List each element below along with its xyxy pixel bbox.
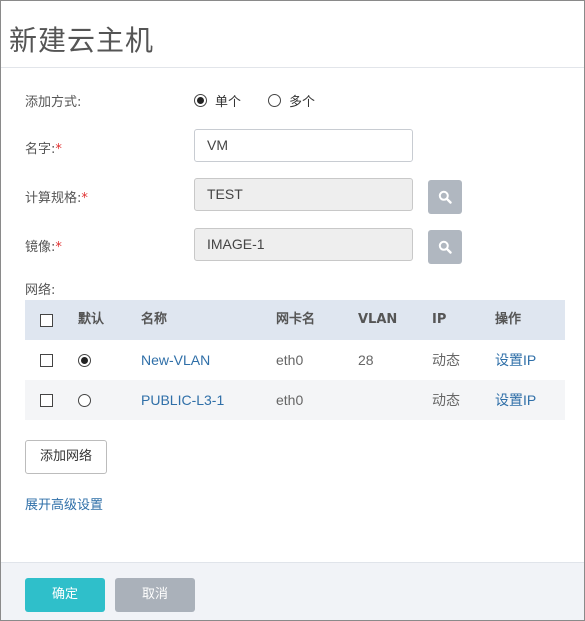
image-label: 镜像:* <box>25 236 62 255</box>
add-mode-label: 添加方式: <box>25 95 82 110</box>
cancel-button[interactable]: 取消 <box>115 578 195 612</box>
image-search-button[interactable] <box>428 230 462 264</box>
add-mode-single-option[interactable]: 单个 <box>194 91 241 110</box>
required-mark: * <box>55 240 62 255</box>
row-checkbox[interactable] <box>40 354 53 367</box>
spec-label: 计算规格:* <box>25 187 88 206</box>
default-radio[interactable] <box>78 354 91 367</box>
search-icon <box>438 240 452 254</box>
name-input[interactable]: VM <box>194 129 413 162</box>
row-checkbox[interactable] <box>40 394 53 407</box>
network-name-link[interactable]: PUBLIC-L3-1 <box>141 380 224 420</box>
spec-search-button[interactable] <box>428 180 462 214</box>
search-icon <box>438 190 452 204</box>
col-default: 默认 <box>78 312 105 327</box>
name-label: 名字:* <box>25 138 62 157</box>
required-mark: * <box>81 191 88 206</box>
col-ip: IP <box>432 312 447 327</box>
col-name: 名称 <box>141 312 168 327</box>
spec-label-text: 计算规格: <box>25 191 82 206</box>
table-header: 默认 名称 网卡名 VLAN IP 操作 <box>25 300 565 340</box>
image-input[interactable]: IMAGE-1 <box>194 228 413 261</box>
nic-name: eth0 <box>276 352 304 368</box>
nic-name: eth0 <box>276 392 304 408</box>
add-network-button[interactable]: 添加网络 <box>25 440 107 474</box>
select-all-checkbox[interactable] <box>40 314 53 327</box>
set-ip-link[interactable]: 设置IP <box>495 380 536 420</box>
single-label: 单个 <box>215 95 242 110</box>
network-table: 默认 名称 网卡名 VLAN IP 操作 New-VLAN eth0 28 动态… <box>25 300 565 420</box>
ip-mode: 动态 <box>432 352 460 368</box>
col-nic: 网卡名 <box>276 312 316 327</box>
dialog-header: 新建云主机 <box>1 1 584 68</box>
confirm-button[interactable]: 确定 <box>25 578 105 612</box>
add-mode-multiple-option[interactable]: 多个 <box>268 91 315 110</box>
col-vlan: VLAN <box>358 312 398 327</box>
table-row: New-VLAN eth0 28 动态 设置IP <box>25 340 565 380</box>
default-radio[interactable] <box>78 394 91 407</box>
multiple-radio[interactable] <box>268 94 281 107</box>
spec-input[interactable]: TEST <box>194 178 413 211</box>
create-vm-dialog: 新建云主机 添加方式: 单个 多个 名字:* VM 计算规格:* TEST 镜像… <box>0 0 585 621</box>
expand-advanced-settings-link[interactable]: 展开高级设置 <box>25 494 103 513</box>
required-mark: * <box>55 142 62 157</box>
dialog-title: 新建云主机 <box>9 24 155 57</box>
set-ip-link[interactable]: 设置IP <box>495 340 536 380</box>
image-label-text: 镜像: <box>25 240 56 255</box>
col-action: 操作 <box>495 312 522 327</box>
network-name-link[interactable]: New-VLAN <box>141 340 210 380</box>
single-radio[interactable] <box>194 94 207 107</box>
ip-mode: 动态 <box>432 392 460 408</box>
network-label: 网络: <box>25 283 56 298</box>
name-label-text: 名字: <box>25 142 56 157</box>
vlan-value: 28 <box>358 352 374 368</box>
multiple-label: 多个 <box>289 95 316 110</box>
dialog-footer: 确定 取消 <box>1 562 584 620</box>
table-row: PUBLIC-L3-1 eth0 动态 设置IP <box>25 380 565 420</box>
